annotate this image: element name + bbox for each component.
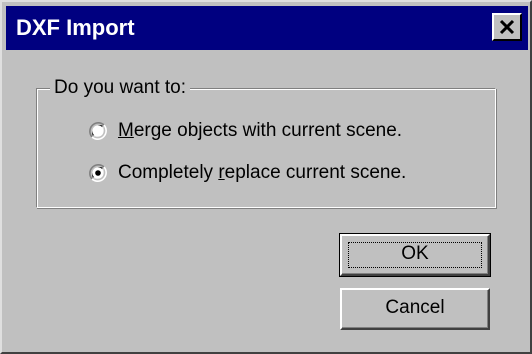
ok-button[interactable]: OK (339, 233, 491, 277)
radio-replace-label: Completely replace current scene. (118, 162, 407, 183)
cancel-button-label: Cancel (385, 297, 445, 318)
group-legend: Do you want to: (50, 77, 191, 99)
cancel-button[interactable]: Cancel (340, 288, 490, 330)
radio-unselected-icon[interactable] (88, 121, 108, 141)
close-button[interactable] (492, 13, 522, 41)
radio-merge-label: Merge objects with current scene. (118, 120, 403, 141)
window-title: DXF Import (16, 15, 135, 40)
radio-selected-icon[interactable] (88, 163, 108, 183)
radio-merge-objects[interactable]: Merge objects with current scene. (88, 118, 402, 144)
options-groupbox (36, 88, 496, 208)
close-icon (499, 19, 515, 35)
radio-replace-scene[interactable]: Completely replace current scene. (88, 160, 406, 186)
ok-button-label: OK (401, 243, 429, 264)
title-bar[interactable]: DXF Import (6, 6, 528, 50)
